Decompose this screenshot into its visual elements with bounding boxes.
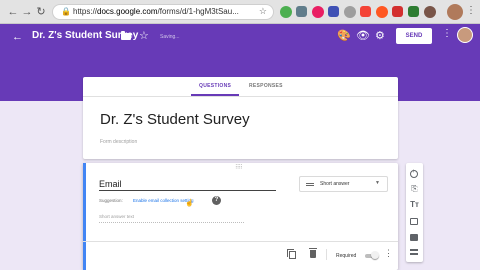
tab-responses[interactable]: RESPONSES [249, 83, 283, 89]
active-card-indicator [83, 163, 86, 270]
suggestion-label: Suggestion: [99, 198, 123, 203]
mouse-pointer-icon: ☝ [185, 200, 194, 207]
add-section-icon[interactable] [410, 249, 418, 255]
footer-separator [326, 249, 327, 260]
card-footer-divider [83, 241, 398, 242]
form-title-card: QUESTIONS RESPONSES Dr. Z's Student Surv… [83, 77, 398, 159]
drag-handle-icon[interactable]: ⠿⠿ [235, 164, 243, 171]
add-question-icon[interactable] [410, 169, 418, 178]
add-title-icon[interactable]: Tт [406, 200, 423, 209]
form-title[interactable]: Dr. Z's Student Survey [100, 111, 250, 128]
more-vert-icon[interactable]: ⋮ [442, 28, 452, 39]
preview-eye-icon[interactable]: 👁 [356, 29, 370, 42]
help-icon[interactable]: ? [212, 196, 221, 205]
question-type-dropdown[interactable]: Short answer ▼ [299, 176, 388, 192]
tab-questions[interactable]: QUESTIONS [199, 83, 231, 89]
browser-toolbar: ← → ↻ 🔒 https://docs.google.com/forms/d/… [0, 0, 480, 24]
extension-icon[interactable] [328, 6, 339, 17]
browser-menu-icon[interactable]: ⋮ [466, 5, 476, 16]
duplicate-icon[interactable] [287, 249, 296, 259]
folder-icon[interactable] [121, 31, 131, 40]
question-title-input[interactable]: Email [99, 179, 122, 189]
browser-profile-avatar[interactable] [447, 4, 463, 20]
extension-icon[interactable] [424, 6, 436, 18]
extension-icon[interactable] [360, 6, 371, 17]
question-more-icon[interactable]: ⋮ [384, 249, 393, 258]
lock-icon: 🔒 [61, 7, 71, 16]
tab-divider [83, 96, 398, 97]
extension-icon[interactable] [296, 6, 307, 17]
short-answer-line [99, 222, 244, 223]
extension-icon[interactable] [344, 6, 356, 18]
dropdown-caret-icon: ▼ [375, 180, 380, 186]
short-answer-placeholder: Short answer text [99, 214, 135, 219]
extension-icon[interactable] [392, 6, 403, 17]
arrow-left-icon[interactable]: ← [12, 31, 23, 43]
address-bar[interactable]: 🔒 https://docs.google.com/forms/d/1-hgM3… [52, 4, 274, 20]
palette-icon[interactable]: 🎨 [337, 29, 351, 42]
required-toggle-knob[interactable] [371, 251, 379, 259]
question-title-underline [99, 190, 276, 191]
add-video-icon[interactable] [410, 234, 418, 241]
short-answer-icon [306, 183, 314, 186]
url-text: https://docs.google.com/forms/d/1-hgM3tS… [73, 7, 239, 16]
extension-icon[interactable] [376, 6, 388, 18]
account-avatar[interactable] [457, 27, 473, 43]
form-description-field[interactable]: Form description [100, 139, 137, 145]
import-questions-icon[interactable]: ⎘ [406, 184, 423, 194]
settings-gear-icon[interactable]: ⚙ [375, 29, 385, 42]
send-button[interactable]: SEND [396, 28, 432, 44]
bookmark-star-icon[interactable]: ☆ [259, 6, 267, 17]
extension-icon[interactable] [408, 6, 419, 17]
extension-icon[interactable] [312, 6, 324, 18]
save-status: Saving... [160, 34, 180, 40]
question-type-label: Short answer [320, 181, 350, 187]
back-icon[interactable]: ← [6, 5, 20, 19]
delete-icon[interactable] [309, 248, 317, 258]
star-icon[interactable]: ☆ [139, 29, 149, 42]
reload-icon[interactable]: ↻ [34, 5, 48, 19]
forward-icon[interactable]: → [20, 5, 34, 19]
add-image-icon[interactable] [410, 218, 418, 225]
required-label: Required [336, 253, 357, 259]
extension-icon[interactable] [280, 6, 292, 18]
